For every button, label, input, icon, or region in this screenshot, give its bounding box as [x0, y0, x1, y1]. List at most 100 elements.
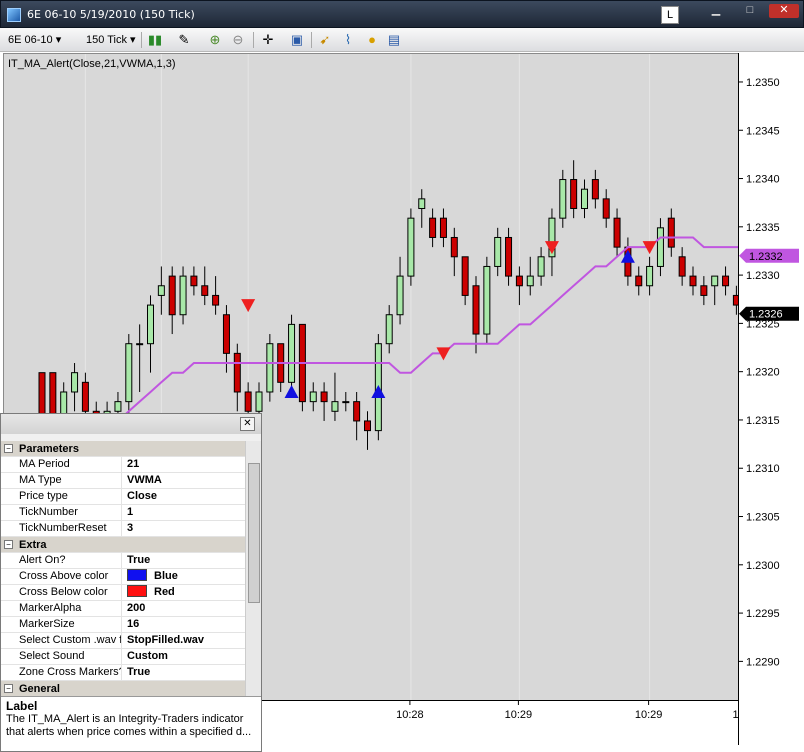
candle-body	[483, 265, 491, 335]
link-button[interactable]: L	[661, 6, 679, 24]
panel-close-icon[interactable]: ✕	[240, 417, 255, 431]
property-name: Alert On?	[1, 553, 122, 569]
property-row[interactable]: MarkerAlpha 200	[1, 601, 245, 617]
candle-body	[494, 236, 502, 267]
candle-body	[266, 343, 274, 393]
property-value[interactable]: 21	[123, 457, 245, 473]
description-title: Label	[6, 699, 38, 713]
collapse-icon[interactable]: −	[4, 444, 13, 453]
zoom-in-icon[interactable]: ⊕	[207, 32, 223, 48]
property-value-text: StopFilled.wav	[127, 634, 205, 646]
property-value[interactable]: 200	[123, 601, 245, 617]
candle-body	[147, 304, 154, 345]
property-row[interactable]: Select Custom .wav file StopFilled.wav	[1, 633, 245, 649]
property-value[interactable]: 3	[123, 521, 245, 537]
property-value[interactable]: True	[123, 553, 245, 569]
category-row[interactable]: − Parameters	[1, 441, 245, 457]
property-value-text: 1	[127, 506, 134, 518]
crosshair-icon[interactable]: ✛	[260, 32, 276, 48]
property-row[interactable]: TickNumber 1	[1, 505, 245, 521]
property-row[interactable]: MarkerSize 16	[1, 617, 245, 633]
strategy-icon[interactable]: ➹	[317, 32, 333, 48]
property-value[interactable]: Red	[123, 585, 245, 601]
interval-selector[interactable]: 150 Tick ▾	[86, 31, 136, 49]
property-value-text: Custom	[127, 650, 168, 662]
property-row[interactable]: Price type Close	[1, 489, 245, 505]
candle-body	[364, 420, 371, 432]
coin-icon[interactable]: ●	[364, 32, 380, 48]
property-name: MA Period	[1, 457, 122, 473]
zoom-out-icon[interactable]: ⊖	[230, 32, 246, 48]
property-name: Price type	[1, 489, 122, 505]
price-axis-svg: 1.23501.23451.23401.23351.23301.23251.23…	[739, 77, 799, 668]
property-scrollbar[interactable]	[245, 441, 261, 696]
candle-body	[71, 372, 79, 393]
window-titlebar: 6E 06-10 5/19/2010 (150 Tick) L ▁ □ ✕	[0, 0, 804, 28]
close-icon[interactable]: ✕	[769, 4, 799, 18]
app-icon	[7, 8, 21, 22]
property-value[interactable]: VWMA	[123, 473, 245, 489]
candle-body	[678, 256, 686, 277]
property-name: Select Sound	[1, 649, 122, 665]
category-name: Extra	[19, 539, 47, 551]
property-row[interactable]: Cross Above color Blue	[1, 569, 245, 585]
property-name: MarkerSize	[1, 617, 122, 633]
property-value[interactable]: Blue	[123, 569, 245, 585]
property-value[interactable]: StopFilled.wav	[123, 633, 245, 649]
property-value-text: 21	[127, 458, 140, 470]
property-value[interactable]: Custom	[123, 649, 245, 665]
property-value[interactable]: 1	[123, 505, 245, 521]
candle-body	[581, 188, 588, 210]
property-row[interactable]: MA Type VWMA	[1, 473, 245, 489]
property-row[interactable]: Select Sound Custom	[1, 649, 245, 665]
price-tick-label: 1.2335	[746, 222, 780, 234]
cross-below-marker	[241, 299, 256, 313]
candle-body	[472, 285, 480, 335]
scrollbar-thumb[interactable]	[248, 463, 260, 603]
candle-body	[667, 217, 675, 248]
instrument-selector[interactable]: 6E 06-10 ▾	[8, 31, 61, 49]
price-axis[interactable]: 1.2350 1.2345 1.2340 1.2335 1.2330 1.2325 1.23…	[738, 53, 800, 745]
property-row[interactable]: Zone Cross Markers? True	[1, 665, 245, 681]
pencil-icon[interactable]: ✎	[176, 32, 192, 48]
property-name: Select Custom .wav file	[1, 633, 122, 649]
price-tick-label: 1.2290	[746, 656, 780, 668]
candle-body	[396, 275, 404, 316]
property-name: TickNumberReset	[1, 521, 122, 537]
property-value-text: 200	[127, 602, 146, 614]
indicator-properties-panel: ✕ − Parameters MA Period 21 MA Type VWMA…	[0, 413, 262, 752]
candle-body	[418, 198, 426, 210]
property-value[interactable]: Close	[123, 489, 245, 505]
property-value[interactable]: True	[123, 665, 245, 681]
property-value-text: True	[127, 666, 151, 678]
maximize-icon[interactable]: □	[739, 4, 761, 18]
minimize-icon[interactable]: ▁	[705, 4, 727, 18]
candle-body	[331, 401, 339, 412]
property-value-text: Blue	[154, 570, 178, 582]
candle-body	[125, 343, 133, 403]
category-row[interactable]: − Extra	[1, 537, 245, 553]
candle-body	[212, 294, 220, 306]
candle-body	[407, 217, 415, 277]
property-row[interactable]: Cross Below color Red	[1, 585, 245, 601]
category-row[interactable]: − General	[1, 681, 245, 696]
candle-body	[722, 275, 730, 287]
candle-body	[233, 352, 241, 393]
collapse-icon[interactable]: −	[4, 540, 13, 549]
property-row[interactable]: MA Period 21	[1, 457, 245, 473]
properties-icon[interactable]: ▣	[289, 32, 305, 48]
candle-body	[559, 179, 567, 219]
property-value[interactable]: 16	[123, 617, 245, 633]
ma-price-label: 1.2332	[749, 251, 783, 263]
indicator-icon[interactable]: ⌇	[340, 32, 356, 48]
candle-body	[505, 236, 513, 277]
data-box-icon[interactable]: ▤	[386, 32, 402, 48]
collapse-icon[interactable]: −	[4, 684, 13, 693]
property-row[interactable]: Alert On? True	[1, 553, 245, 569]
property-row[interactable]: TickNumberReset 3	[1, 521, 245, 537]
time-tick-label: 10:30	[732, 709, 738, 721]
price-tick-label: 1.2315	[746, 415, 780, 427]
description-text: The IT_MA_Alert is an Integrity-Traders …	[6, 713, 252, 738]
property-name: Zone Cross Markers?	[1, 665, 122, 681]
candlestick-icon[interactable]: ▮▮	[147, 32, 163, 48]
